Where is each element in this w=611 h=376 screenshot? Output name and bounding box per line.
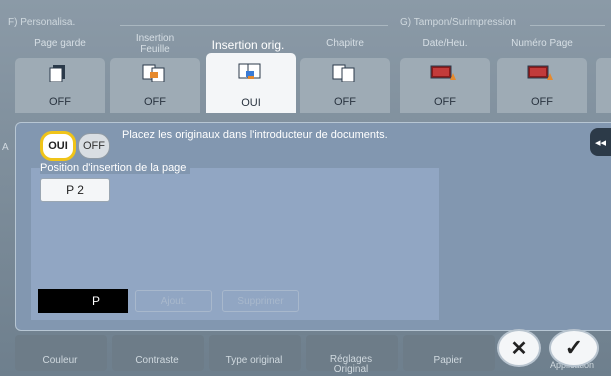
page-number-input[interactable]: P bbox=[38, 289, 128, 313]
cancel-button[interactable]: ✕ bbox=[497, 329, 541, 367]
tab-insert-sheet[interactable]: OFF bbox=[110, 58, 200, 113]
delete-button[interactable]: Supprimer bbox=[222, 290, 299, 312]
group-divider-right bbox=[530, 25, 605, 26]
tab-label-chapter: Chapitre bbox=[326, 38, 364, 49]
tab-label-cover-page: Page garde bbox=[34, 38, 86, 49]
add-button[interactable]: Ajout. bbox=[135, 290, 212, 312]
bottom-label-contrast: Contraste bbox=[135, 355, 179, 366]
toggle-on-button[interactable]: OUI bbox=[40, 131, 76, 161]
tab-cover-page[interactable]: OFF bbox=[15, 58, 105, 113]
toggle-off-button[interactable]: OFF bbox=[78, 133, 110, 159]
tab-label-insert-sheet: Insertion Feuille bbox=[135, 33, 175, 55]
tab-value: OUI bbox=[241, 97, 261, 109]
group-title-personalisation: F) Personalisa. bbox=[8, 17, 76, 28]
tab-page-number[interactable]: OFF bbox=[497, 58, 587, 113]
tab-label-page-number: Numéro Page bbox=[511, 38, 573, 49]
chapter-icon bbox=[332, 64, 355, 82]
collapse-panel-button[interactable]: ◂◂ bbox=[590, 128, 611, 156]
tab-value: OFF bbox=[49, 96, 71, 108]
tab-value: OFF bbox=[334, 96, 356, 108]
bottom-label-paper: Papier bbox=[433, 355, 463, 366]
tab-more[interactable] bbox=[596, 58, 611, 113]
tab-value: OFF bbox=[434, 96, 456, 108]
cover-page-icon bbox=[49, 65, 65, 82]
instruction-text: Placez les originaux dans l'introducteur… bbox=[122, 129, 388, 141]
insert-sheet-icon bbox=[142, 64, 165, 82]
tab-date-time[interactable]: OFF bbox=[400, 58, 490, 113]
section-title: Position d'insertion de la page bbox=[40, 162, 191, 174]
tab-chapter[interactable]: OFF bbox=[300, 58, 390, 113]
bottom-label-color: Couleur bbox=[42, 355, 78, 366]
tab-label-insert-original: Insertion orig. bbox=[211, 38, 285, 52]
page-number-icon bbox=[527, 65, 553, 80]
date-time-icon bbox=[430, 65, 456, 80]
tab-value: OFF bbox=[531, 96, 553, 108]
group-divider-left bbox=[120, 25, 388, 26]
tab-label-date-time: Date/Heu. bbox=[422, 38, 468, 49]
bottom-label-original-settings: Réglages Original bbox=[329, 354, 373, 375]
ok-button[interactable]: ✓ bbox=[549, 329, 599, 367]
group-title-stamp: G) Tampon/Surimpression bbox=[400, 17, 516, 28]
side-letter: A bbox=[2, 142, 9, 153]
tab-value: OFF bbox=[144, 96, 166, 108]
bottom-label-original-type: Type original bbox=[225, 355, 283, 366]
tab-insert-original[interactable]: OUI bbox=[206, 53, 296, 113]
page-entry-button[interactable]: P 2 bbox=[40, 178, 110, 202]
insert-original-icon bbox=[238, 63, 261, 79]
